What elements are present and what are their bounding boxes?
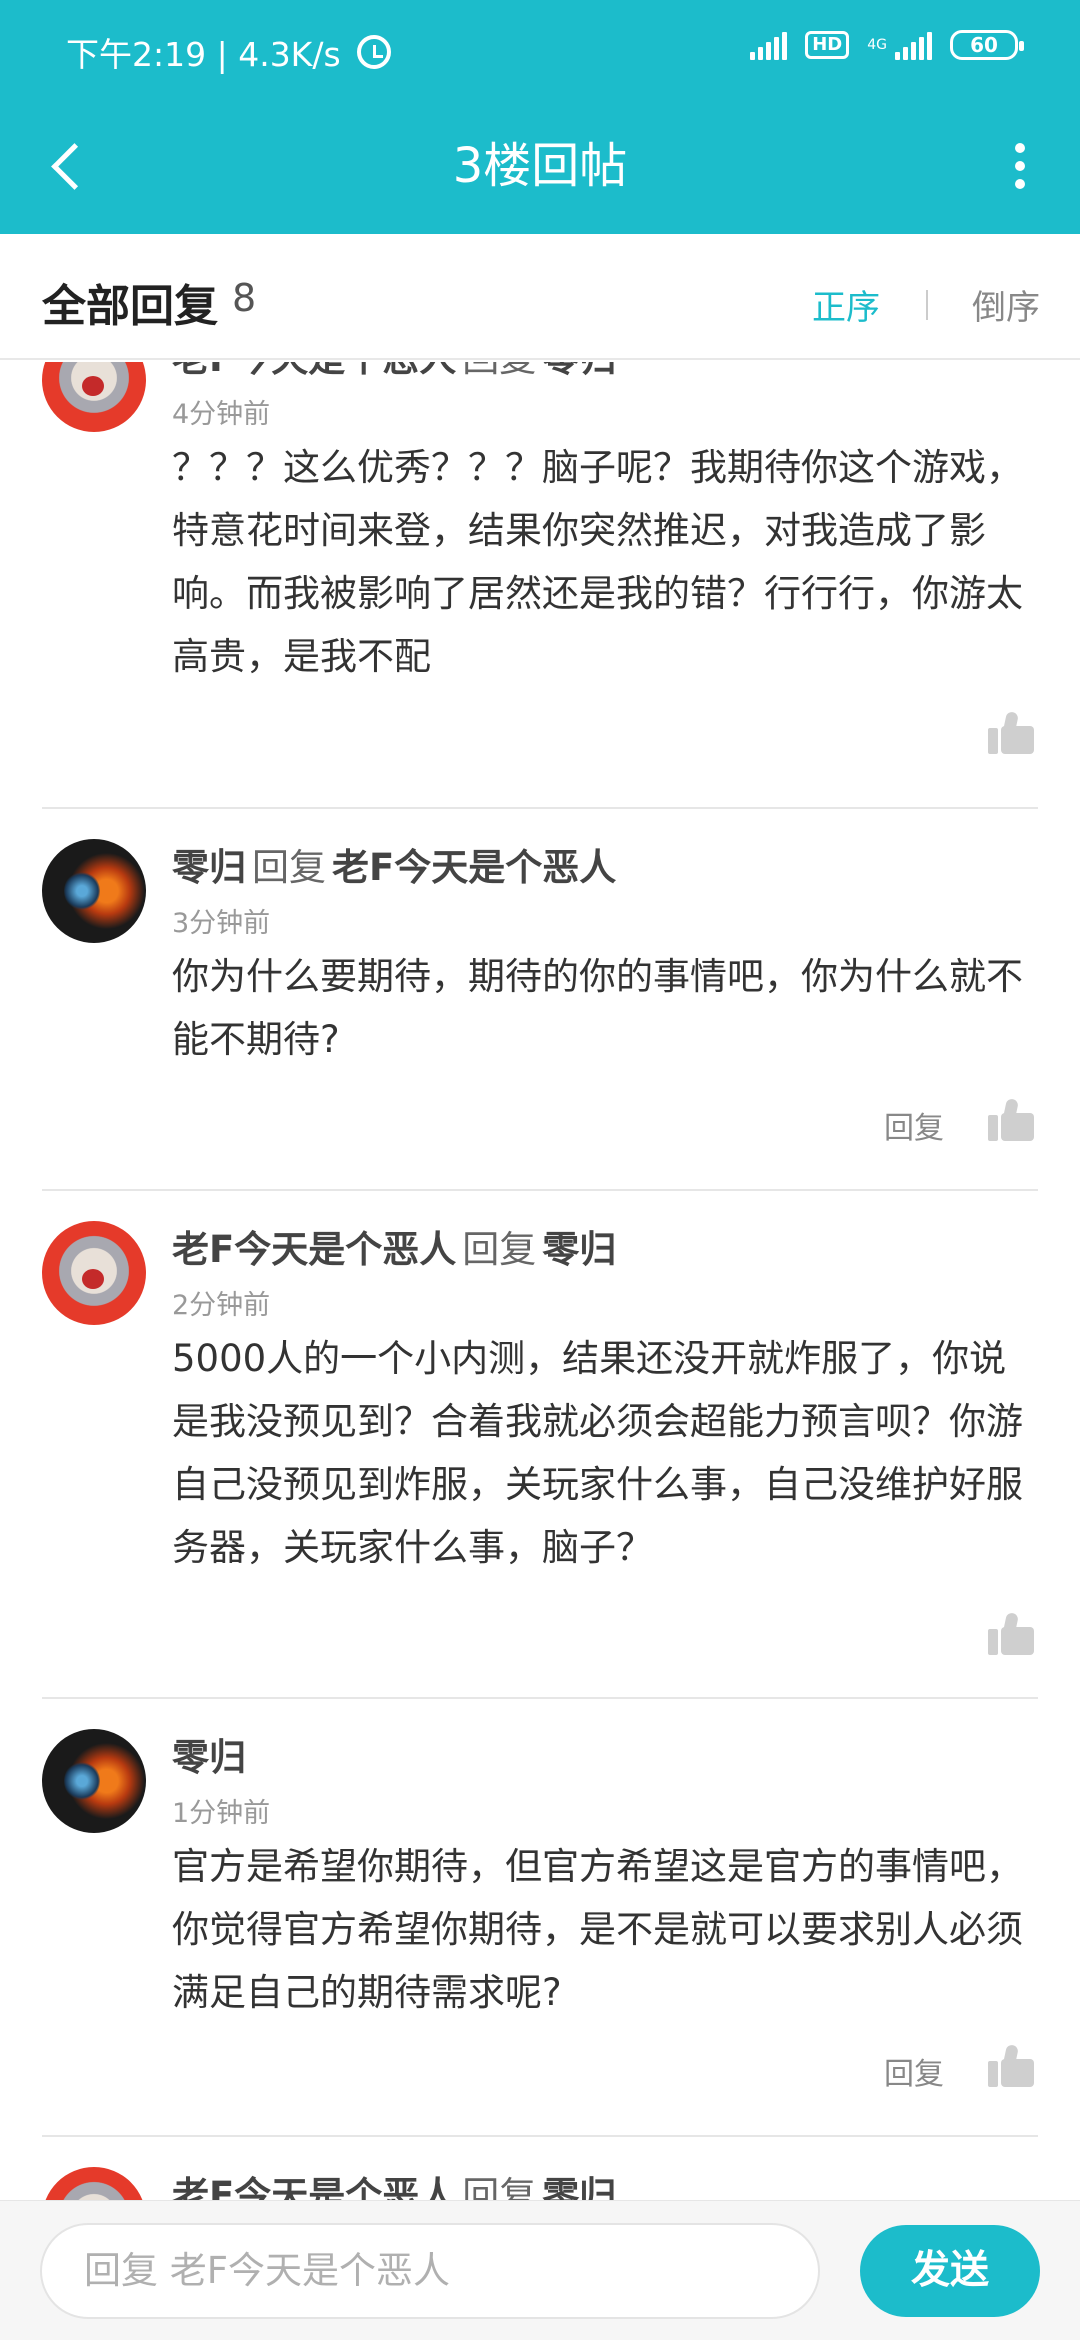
- sort-toggle: 正序 倒序: [812, 280, 1040, 329]
- reply-to-name[interactable]: 零归: [542, 1228, 616, 1271]
- alarm-icon: [356, 35, 391, 69]
- app-bar: 3楼回帖: [0, 100, 1080, 234]
- list-item: 老F今天是个恶人 回复 零归: [0, 2137, 1080, 2200]
- status-bar: 下午2:19 | 4.3K/s HD 4G 60: [0, 0, 1080, 100]
- send-button[interactable]: 发送: [860, 2225, 1040, 2317]
- reply-word: 回复: [462, 1228, 537, 1271]
- battery-icon: 60: [950, 30, 1024, 60]
- reply-content[interactable]: 你为什么要期待，期待的你的事情吧，你为什么就不能不期待?: [172, 945, 1042, 1071]
- reply-author-line: 老F今天是个恶人回复零归: [172, 2165, 616, 2200]
- status-time-speed: 下午2:19 | 4.3K/s: [66, 35, 341, 74]
- reply-time: 2分钟前: [172, 1290, 271, 1321]
- reply-button[interactable]: 回复: [884, 2049, 944, 2093]
- reply-to-name[interactable]: 零归: [542, 362, 616, 380]
- hd-icon: HD: [805, 31, 850, 59]
- reply-word: 回复: [462, 2174, 537, 2200]
- like-icon[interactable]: [988, 1097, 1034, 1141]
- sort-asc-button[interactable]: 正序: [812, 280, 880, 329]
- reply-time: 1分钟前: [172, 1798, 271, 1829]
- reply-word: 回复: [252, 846, 326, 889]
- signal-icon: [750, 30, 788, 60]
- like-icon[interactable]: [988, 2043, 1034, 2087]
- like-icon[interactable]: [988, 1611, 1034, 1655]
- reply-button[interactable]: 回复: [884, 1103, 944, 1147]
- top-bar: 下午2:19 | 4.3K/s HD 4G 60 3楼回帖: [0, 0, 1080, 234]
- author-name[interactable]: 老F今天是个恶人: [172, 1228, 456, 1271]
- reply-input[interactable]: 回复 老F今天是个恶人: [40, 2223, 820, 2319]
- 4g-label: 4G: [867, 37, 887, 53]
- author-name[interactable]: 零归: [172, 1736, 246, 1779]
- sort-desc-button[interactable]: 倒序: [972, 280, 1040, 329]
- author-name[interactable]: 老F今天是个恶人: [172, 2174, 456, 2200]
- list-item: 老F今天是个恶人回复零归 4分钟前 ？？？这么优秀？？？脑子呢？我期待你这个游戏…: [0, 362, 1080, 782]
- reply-time: 4分钟前: [172, 399, 271, 430]
- author-name[interactable]: 老F今天是个恶人: [172, 362, 456, 380]
- reply-content[interactable]: 5000人的一个小内测，结果还没开就炸服了，你说是我没预见到？合着我就必须会超能…: [172, 1327, 1042, 1579]
- sort-divider: [926, 289, 928, 320]
- avatar[interactable]: [42, 2167, 146, 2200]
- reply-author-line: 老F今天是个恶人回复零归: [172, 1219, 616, 1273]
- reply-author-line: 老F今天是个恶人回复零归: [172, 362, 616, 382]
- list-item: 零归 回复 老F今天是个恶人 3分钟前 你为什么要期待，期待的你的事情吧，你为什么就…: [0, 809, 1080, 1189]
- avatar[interactable]: [42, 1221, 146, 1325]
- reply-content[interactable]: ？？？这么优秀？？？脑子呢？我期待你这个游戏，特意花时间来登，结果你突然推迟，对…: [172, 436, 1042, 688]
- replies-header: 全部回复 8 正序 倒序: [0, 234, 1080, 360]
- all-replies-label: 全部回复: [42, 281, 218, 332]
- reply-list: 老F今天是个恶人回复零归 4分钟前 ？？？这么优秀？？？脑子呢？我期待你这个游戏…: [0, 362, 1080, 2200]
- avatar[interactable]: [42, 1729, 146, 1833]
- author-name[interactable]: 零归: [172, 846, 246, 889]
- list-item: 老F今天是个恶人 回复 零归 2分钟前 5000人的一个小内测，结果还没开就炸服了，…: [0, 1191, 1080, 1697]
- reply-to-name[interactable]: 老F今天是个恶人: [332, 846, 616, 889]
- like-icon[interactable]: [988, 710, 1034, 754]
- 4g-signal-icon: [895, 30, 932, 60]
- page-title: 3楼回帖: [452, 138, 628, 194]
- more-vertical-icon[interactable]: [990, 128, 1050, 204]
- reply-author-line: 零归 回复 老F今天是个恶人: [172, 837, 616, 891]
- reply-author-line: 零归: [172, 1727, 246, 1781]
- reply-input-bar: 回复 老F今天是个恶人 发送: [0, 2200, 1080, 2340]
- reply-time: 3分钟前: [172, 908, 271, 939]
- reply-to-name[interactable]: 零归: [542, 2174, 616, 2200]
- avatar[interactable]: [42, 362, 146, 432]
- reply-count: 8: [232, 276, 257, 320]
- reply-content[interactable]: 官方是希望你期待，但官方希望这是官方的事情吧，你觉得官方希望你期待，是不是就可以…: [172, 1835, 1042, 2024]
- reply-word: 回复: [462, 362, 536, 380]
- list-item: 零归 1分钟前 官方是希望你期待，但官方希望这是官方的事情吧，你觉得官方希望你期…: [0, 1699, 1080, 2135]
- status-left: 下午2:19 | 4.3K/s: [66, 28, 391, 76]
- status-right: HD 4G 60: [750, 30, 1024, 60]
- avatar[interactable]: [42, 839, 146, 943]
